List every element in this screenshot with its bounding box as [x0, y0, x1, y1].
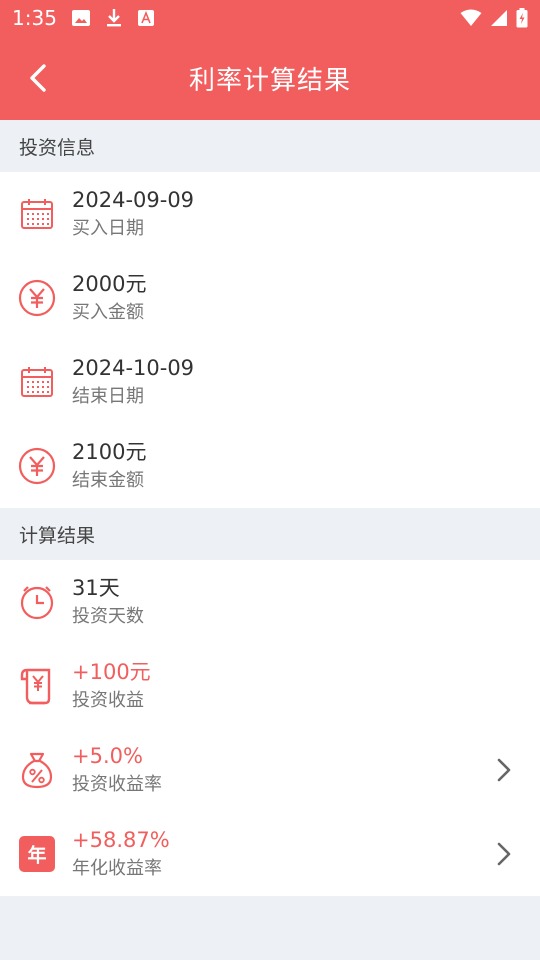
- chevron-left-icon: [30, 64, 46, 92]
- yen-circle-icon: [17, 446, 57, 486]
- list-item-buy-date: 2024-09-09 买入日期: [0, 172, 540, 256]
- year-badge-text: 年: [27, 844, 46, 867]
- download-notification-icon: [106, 9, 121, 27]
- page-title: 利率计算结果: [188, 65, 351, 96]
- app-notification-icon: [137, 10, 154, 26]
- section-header-investment-info: 投资信息: [0, 120, 540, 172]
- status-bar: 1:35: [0, 0, 540, 36]
- buy-date-label: 买入日期: [72, 218, 144, 239]
- annualized-rate-value: +58.87%: [72, 828, 170, 852]
- investment-return-value: +100元: [72, 660, 151, 684]
- list-item-buy-amount: 2000元 买入金额: [0, 256, 540, 340]
- percent-bag-icon: [17, 750, 57, 790]
- annualized-rate-label: 年化收益率: [72, 858, 162, 879]
- yen-receipt-icon: [17, 666, 57, 706]
- list-item-return-rate[interactable]: +5.0% 投资收益率: [0, 728, 540, 812]
- back-button[interactable]: [22, 62, 54, 94]
- yen-circle-icon: [17, 278, 57, 318]
- signal-icon: [491, 10, 507, 26]
- investment-days-value: 31天: [72, 576, 120, 600]
- chevron-right-icon[interactable]: [494, 840, 514, 868]
- end-date-label: 结束日期: [72, 386, 144, 407]
- buy-date-value: 2024-09-09: [72, 188, 195, 212]
- year-badge-icon: 年: [17, 834, 57, 874]
- investment-return-label: 投资收益: [72, 690, 144, 711]
- clock-icon: [17, 582, 57, 622]
- list-item-annualized-rate[interactable]: 年 +58.87% 年化收益率: [0, 812, 540, 896]
- list-item-end-amount: 2100元 结束金额: [0, 424, 540, 508]
- section-title: 投资信息: [19, 136, 96, 159]
- investment-info-list: 2024-09-09 买入日期 2000元 买入金额 2024-10-09 结束…: [0, 172, 540, 508]
- buy-amount-value: 2000元: [72, 272, 147, 296]
- end-date-value: 2024-10-09: [72, 356, 195, 380]
- return-rate-label: 投资收益率: [72, 774, 162, 795]
- result-list: 31天 投资天数 +100元 投资收益 +5.0% 投资收益率 年 +58.87…: [0, 560, 540, 896]
- image-notification-icon: [71, 10, 90, 26]
- section-title: 计算结果: [19, 524, 96, 547]
- return-rate-value: +5.0%: [72, 744, 143, 768]
- list-item-investment-days: 31天 投资天数: [0, 560, 540, 644]
- chevron-right-icon[interactable]: [494, 756, 514, 784]
- end-amount-label: 结束金额: [72, 470, 144, 491]
- wifi-icon: [460, 9, 482, 26]
- calendar-icon: [17, 194, 57, 234]
- status-time: 1:35: [12, 6, 57, 30]
- battery-icon: [516, 8, 528, 28]
- list-item-investment-return: +100元 投资收益: [0, 644, 540, 728]
- investment-days-label: 投资天数: [72, 606, 144, 627]
- end-amount-value: 2100元: [72, 440, 147, 464]
- list-item-end-date: 2024-10-09 结束日期: [0, 340, 540, 424]
- app-bar: 利率计算结果: [0, 36, 540, 120]
- section-header-result: 计算结果: [0, 508, 540, 560]
- calendar-icon: [17, 362, 57, 402]
- buy-amount-label: 买入金额: [72, 302, 144, 323]
